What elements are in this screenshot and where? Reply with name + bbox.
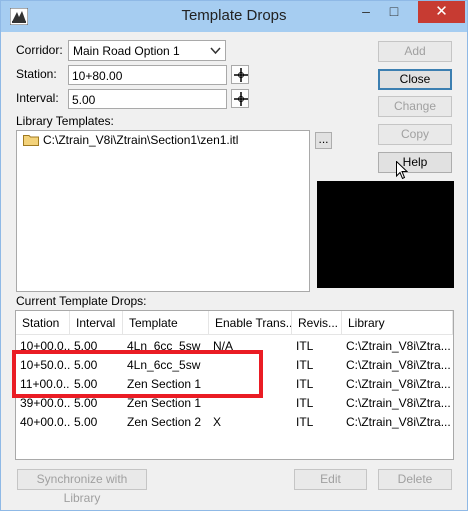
cell-enable-transition: X: [213, 415, 222, 429]
station-field[interactable]: 10+80.00: [68, 65, 227, 85]
interval-value: 5.00: [72, 93, 96, 107]
library-templates-label: Library Templates:: [16, 114, 114, 128]
column-header-library[interactable]: Library: [342, 311, 453, 335]
annotation-highlight-box: [12, 350, 263, 398]
corridor-select[interactable]: Main Road Option 1: [68, 40, 226, 61]
cell-revision: ITL: [296, 339, 314, 353]
current-drops-label: Current Template Drops:: [16, 294, 147, 308]
cell-library: C:\Ztrain_V8i\Ztra...: [346, 396, 451, 410]
title-bar[interactable]: Template Drops – □ ✕: [1, 1, 467, 32]
cell-library: C:\Ztrain_V8i\Ztra...: [346, 377, 451, 391]
cell-interval: 5.00: [74, 415, 98, 429]
crosshair-icon: [234, 92, 248, 106]
add-button[interactable]: Add: [378, 41, 452, 62]
cell-library: C:\Ztrain_V8i\Ztra...: [346, 358, 451, 372]
copy-button[interactable]: Copy: [378, 124, 452, 145]
interval-locate-button[interactable]: [231, 89, 249, 108]
table-row[interactable]: 40+00.0... 5.00 Zen Section 2 X ITL C:\Z…: [16, 413, 453, 432]
table-header: Station Interval Template Enable Trans..…: [16, 311, 453, 335]
cell-library: C:\Ztrain_V8i\Ztra...: [346, 339, 451, 353]
template-drops-dialog: Template Drops – □ ✕ Corridor: Main Road…: [0, 0, 468, 511]
delete-button[interactable]: Delete: [378, 469, 452, 490]
interval-field[interactable]: 5.00: [68, 89, 227, 109]
station-label: Station:: [16, 67, 57, 81]
corridor-value: Main Road Option 1: [73, 44, 180, 58]
cell-revision: ITL: [296, 415, 314, 429]
folder-icon: [23, 135, 39, 146]
cell-template: Zen Section 2: [127, 415, 202, 429]
column-header-enable-transition[interactable]: Enable Trans...: [209, 311, 292, 335]
library-path[interactable]: C:\Ztrain_V8i\Ztrain\Section1\zen1.itl: [43, 133, 238, 147]
crosshair-icon: [234, 68, 248, 82]
edit-button[interactable]: Edit: [294, 469, 367, 490]
library-templates-tree[interactable]: C:\Ztrain_V8i\Ztrain\Section1\zen1.itl: [16, 130, 310, 292]
browse-library-button[interactable]: ...: [315, 132, 332, 149]
mouse-pointer-icon: [396, 161, 408, 180]
change-button[interactable]: Change: [378, 96, 452, 117]
maximize-button[interactable]: □: [381, 1, 407, 23]
column-header-station[interactable]: Station: [16, 311, 70, 335]
cell-revision: ITL: [296, 358, 314, 372]
station-value: 10+80.00: [72, 69, 123, 83]
template-preview: [317, 181, 454, 288]
cell-library: C:\Ztrain_V8i\Ztra...: [346, 415, 451, 429]
column-header-revision[interactable]: Revis...: [292, 311, 342, 335]
minimize-button[interactable]: –: [353, 1, 379, 23]
chevron-down-icon: [210, 47, 221, 55]
cell-station: 40+00.0...: [20, 415, 70, 429]
column-header-interval[interactable]: Interval: [70, 311, 123, 335]
column-header-template[interactable]: Template: [123, 311, 209, 335]
synchronize-with-library-button[interactable]: Synchronize with Library: [17, 469, 147, 505]
cell-revision: ITL: [296, 377, 314, 391]
interval-label: Interval:: [16, 91, 59, 105]
close-window-button[interactable]: ✕: [418, 1, 465, 23]
close-button[interactable]: Close: [378, 69, 452, 90]
station-locate-button[interactable]: [231, 65, 249, 84]
cell-revision: ITL: [296, 396, 314, 410]
help-button[interactable]: Help: [378, 152, 452, 173]
corridor-label: Corridor:: [16, 43, 63, 57]
